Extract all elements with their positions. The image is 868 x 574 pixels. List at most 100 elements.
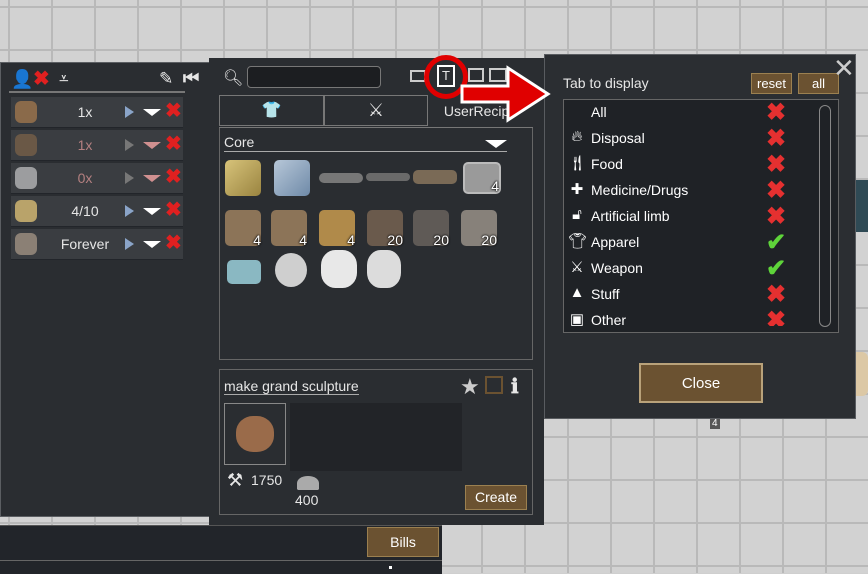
- bill-options-icon[interactable]: [143, 241, 161, 248]
- fork-knife-icon: 🍴︎: [568, 155, 588, 172]
- info-icon[interactable]: ℹ: [511, 374, 519, 399]
- bill-row[interactable]: 0x ✖: [11, 163, 183, 194]
- cross-icon[interactable]: ✖: [766, 178, 786, 204]
- create-button[interactable]: Create: [465, 485, 527, 510]
- recipe-item-gold-panel[interactable]: 4: [463, 162, 501, 194]
- limb-icon: 🔓︎: [572, 206, 582, 223]
- delete-bill-icon[interactable]: ✖: [165, 200, 182, 220]
- play-icon[interactable]: [125, 238, 134, 250]
- delete-bill-icon[interactable]: ✖: [165, 233, 182, 253]
- bill-row[interactable]: 1x ✖: [11, 97, 183, 128]
- stone-chunk-icon: [297, 476, 319, 490]
- cursor-dot: [389, 566, 392, 569]
- cross-icon[interactable]: ✖: [766, 204, 786, 230]
- tab-row[interactable]: 🍴︎ Food ✖: [566, 152, 816, 178]
- map-object-edge: [856, 180, 868, 232]
- bill-row[interactable]: 4/10 ✖: [11, 196, 183, 227]
- item-count: 20: [481, 232, 497, 248]
- tab-row[interactable]: ⚔ Weapon ✔: [566, 256, 816, 282]
- description-area: [290, 403, 462, 471]
- recipe-item-gold-bars[interactable]: [225, 160, 261, 196]
- recipe-item-brick-1[interactable]: 20: [367, 210, 403, 248]
- bill-count: 1x: [77, 104, 93, 120]
- recipe-item-helmet[interactable]: [275, 253, 307, 287]
- tab-list-scrollbar[interactable]: [819, 105, 831, 327]
- stack-count-label: 4: [710, 418, 720, 429]
- recipe-item-brick-2[interactable]: 20: [413, 210, 449, 248]
- paste-icon[interactable]: ✎: [159, 69, 173, 89]
- swords-icon: ⚔: [570, 259, 584, 276]
- tab-row-label: Weapon: [591, 260, 643, 276]
- recipe-item-brick-3[interactable]: 20: [461, 210, 497, 248]
- bills-button[interactable]: Bills: [367, 527, 439, 557]
- favorite-star-icon[interactable]: ★: [460, 374, 480, 400]
- delete-all-icon[interactable]: ✖: [33, 69, 50, 89]
- recipe-item-component-1[interactable]: 4: [225, 210, 261, 248]
- recipe-panel: 🔍︎ T 👕 ⚔ UserRecipe Core 4 4 4 4 20 20 2…: [209, 55, 544, 525]
- play-icon[interactable]: [125, 172, 134, 184]
- pawn-icon[interactable]: 👤: [11, 69, 33, 90]
- tab-row[interactable]: All ✖: [566, 100, 816, 126]
- bills-toolbar: 👤 ✖ ⩡ ✎ ⏮: [9, 68, 204, 91]
- sculpture-icon: [15, 101, 37, 123]
- recipe-item-minigun[interactable]: [413, 170, 457, 184]
- item-count: 20: [433, 232, 449, 248]
- other-icon: ▣: [569, 311, 585, 326]
- selected-recipe-preview: [224, 403, 286, 465]
- grand-sculpture-icon: [236, 416, 274, 452]
- recipe-item-sniper-rifle[interactable]: [366, 173, 410, 181]
- delete-bill-icon[interactable]: ✖: [165, 101, 182, 121]
- recipe-item-steel-bars[interactable]: [274, 160, 310, 196]
- bottom-divider: [0, 560, 442, 561]
- shirt-icon: 👕: [261, 102, 282, 119]
- tab-row[interactable]: 👕︎ Apparel ✔: [566, 230, 816, 256]
- bill-row[interactable]: Forever ✖: [11, 229, 183, 260]
- cross-icon[interactable]: ✖: [766, 100, 786, 126]
- recipe-item-component-2[interactable]: 4: [271, 210, 307, 248]
- tab-row[interactable]: 🔥︎ Disposal ✖: [566, 126, 816, 152]
- bill-options-icon[interactable]: [143, 109, 161, 116]
- bill-row[interactable]: 1x ✖: [11, 130, 183, 161]
- item-count: 4: [299, 232, 307, 248]
- apparel-tab[interactable]: 👕: [219, 95, 324, 126]
- close-button[interactable]: Close: [639, 363, 763, 403]
- collapse-icon[interactable]: ⩡: [59, 69, 69, 89]
- select-checkbox[interactable]: [485, 376, 503, 394]
- recipe-item-power-armor[interactable]: [321, 250, 357, 288]
- swords-icon: ⚔: [367, 100, 385, 120]
- tab-dialog-title: Tab to display: [563, 75, 649, 91]
- cross-icon[interactable]: ✖: [766, 126, 786, 152]
- checkmark-icon[interactable]: ✔: [766, 230, 786, 256]
- play-icon[interactable]: [125, 106, 134, 118]
- tab-row[interactable]: 🔓︎ Artificial limb ✖: [566, 204, 816, 230]
- first-icon[interactable]: ⏮: [183, 68, 199, 89]
- item-count: 4: [253, 232, 261, 248]
- weapon-tab[interactable]: ⚔: [324, 95, 428, 126]
- cross-icon[interactable]: ✖: [766, 282, 786, 308]
- checkmark-icon[interactable]: ✔: [766, 256, 786, 282]
- toolbar-divider: [9, 91, 185, 93]
- play-icon[interactable]: [125, 139, 134, 151]
- search-input[interactable]: [247, 66, 381, 88]
- play-icon[interactable]: [125, 205, 134, 217]
- bill-count: Forever: [60, 236, 110, 252]
- bill-options-icon[interactable]: [143, 208, 161, 215]
- bill-options-icon[interactable]: [143, 175, 161, 182]
- recipe-item-gold-block[interactable]: 4: [319, 210, 355, 248]
- tab-row-label: All: [591, 104, 607, 120]
- close-icon[interactable]: ✕: [833, 53, 855, 84]
- medkit-icon: ✚: [570, 181, 584, 198]
- cross-icon[interactable]: ✖: [766, 308, 786, 326]
- cross-icon[interactable]: ✖: [766, 152, 786, 178]
- tab-row[interactable]: ✚ Medicine/Drugs ✖: [566, 178, 816, 204]
- recipe-item-assault-rifle[interactable]: [319, 173, 363, 183]
- tab-row[interactable]: ▣ Other ✖: [566, 308, 816, 326]
- bill-count: 4/10: [71, 203, 99, 219]
- delete-bill-icon[interactable]: ✖: [165, 134, 182, 154]
- bill-options-icon[interactable]: [143, 142, 161, 149]
- tab-row[interactable]: ▲ Stuff ✖: [566, 282, 816, 308]
- delete-bill-icon[interactable]: ✖: [165, 167, 182, 187]
- reset-button[interactable]: reset: [751, 73, 792, 94]
- recipe-item-medkit[interactable]: [227, 260, 261, 284]
- recipe-item-marine-armor[interactable]: [367, 250, 401, 288]
